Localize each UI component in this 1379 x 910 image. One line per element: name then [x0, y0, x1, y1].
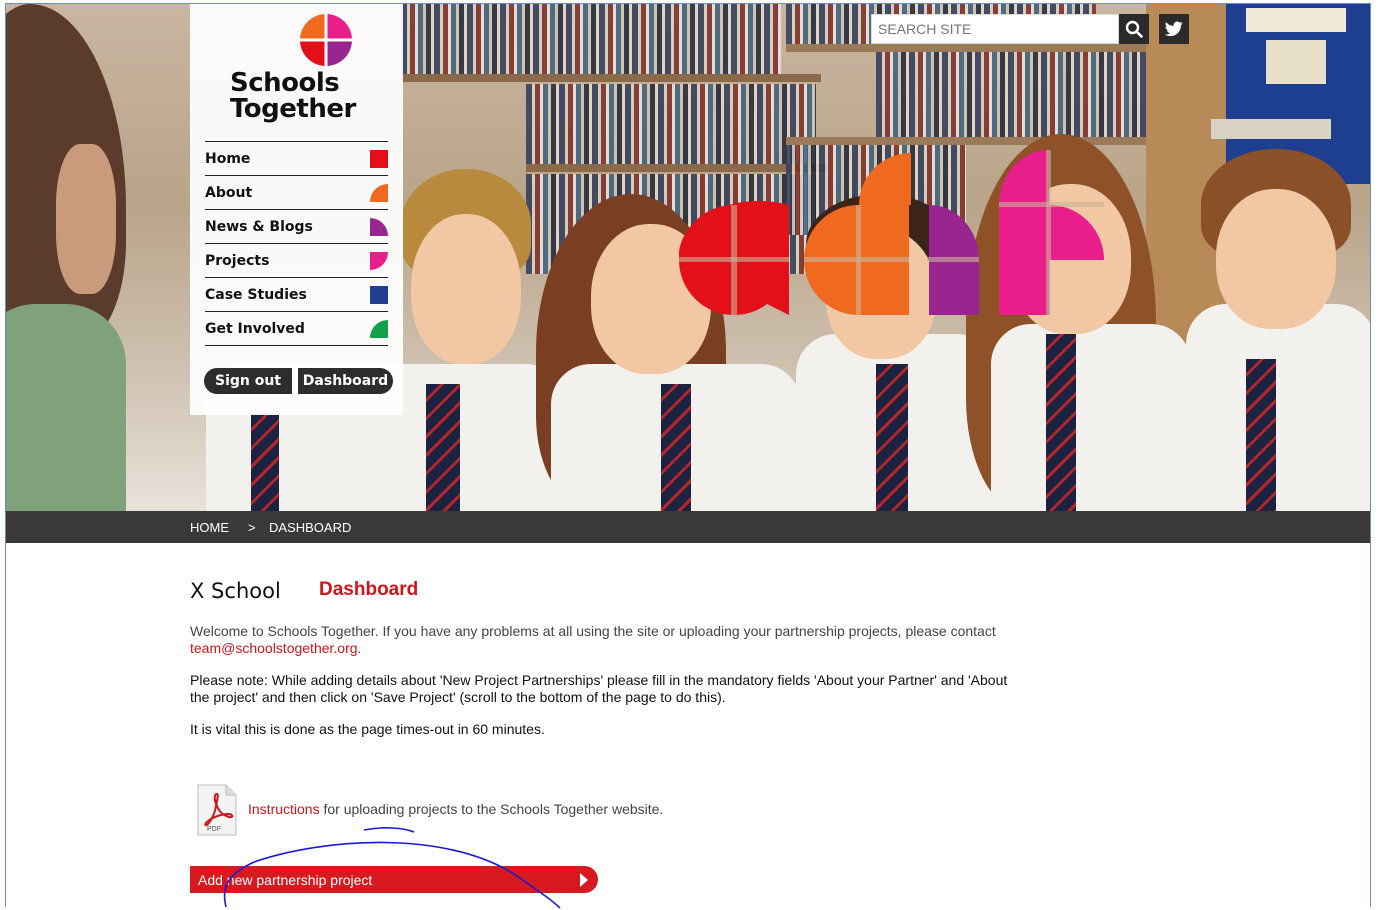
breadcrumb: HOME > DASHBOARD	[6, 511, 1370, 543]
pink-half-circle-icon	[370, 252, 388, 270]
school-name: X School	[190, 579, 281, 603]
logo-line-1: Schools	[230, 68, 340, 98]
breadcrumb-current: DASHBOARD	[269, 520, 352, 535]
nav-panel: Schools Together Home About News & Blogs	[190, 4, 403, 415]
pdf-icon-label: PDF	[207, 826, 221, 833]
nav-item-about[interactable]: About	[205, 176, 388, 210]
schools-together-logo-icon[interactable]	[300, 14, 352, 66]
nav-label: Home	[205, 150, 251, 167]
site-logo-text[interactable]: Schools Together	[230, 70, 390, 122]
search-button[interactable]	[1119, 14, 1149, 44]
breadcrumb-separator: >	[248, 520, 256, 535]
main-nav: Home About News & Blogs Projects Case St…	[205, 141, 388, 346]
instructions-description: for uploading projects to the Schools To…	[319, 801, 664, 817]
twitter-button[interactable]	[1159, 14, 1189, 44]
browser-frame: Schools Together Home About News & Blogs	[5, 3, 1371, 907]
nav-item-home[interactable]: Home	[205, 142, 388, 176]
purple-half-circle-icon	[370, 218, 388, 236]
add-project-label: Add new partnership project	[198, 871, 373, 888]
welcome-message: Welcome to Schools Together. If you have…	[190, 623, 996, 639]
breadcrumb-home-link[interactable]: HOME	[190, 520, 229, 535]
hero-logo-mark	[679, 150, 1104, 315]
add-partnership-project-button[interactable]: Add new partnership project	[190, 866, 598, 893]
dashboard-button[interactable]: Dashboard	[298, 368, 393, 394]
nav-item-case-studies[interactable]: Case Studies	[205, 278, 388, 312]
nav-label: Projects	[205, 252, 270, 269]
nav-item-news-blogs[interactable]: News & Blogs	[205, 210, 388, 244]
nav-label: News & Blogs	[205, 218, 313, 235]
instructions-link[interactable]: Instructions	[248, 801, 320, 817]
page-title: Dashboard	[319, 579, 419, 600]
contact-email-link[interactable]: team@schoolstogether.org	[190, 640, 358, 656]
welcome-end: .	[357, 640, 362, 656]
hero-image: Schools Together Home About News & Blogs	[6, 4, 1370, 511]
arrow-right-icon	[580, 873, 588, 887]
instructions-text: Instructions for uploading projects to t…	[248, 801, 663, 817]
logo-line-2: Together	[230, 94, 356, 124]
search-input[interactable]	[872, 15, 1118, 43]
nav-label: About	[205, 184, 253, 201]
note-text: Please note: While adding details about …	[190, 672, 1008, 705]
nav-label: Get Involved	[205, 320, 305, 337]
welcome-text: Welcome to Schools Together. If you have…	[190, 623, 1020, 657]
nav-item-projects[interactable]: Projects	[205, 244, 388, 278]
account-buttons: Sign out Dashboard	[204, 368, 393, 394]
search-icon	[1125, 20, 1143, 38]
nav-item-get-involved[interactable]: Get Involved	[205, 312, 388, 346]
sign-out-button[interactable]: Sign out	[204, 368, 292, 394]
twitter-icon	[1165, 21, 1183, 37]
blue-square-icon	[370, 286, 388, 304]
pdf-icon[interactable]: PDF	[196, 784, 238, 836]
search-box	[871, 14, 1119, 44]
green-quarter-circle-icon	[370, 320, 388, 338]
orange-quarter-circle-icon	[370, 184, 388, 202]
timeout-text: It is vital this is done as the page tim…	[190, 721, 545, 737]
red-square-icon	[370, 150, 388, 168]
nav-label: Case Studies	[205, 286, 307, 303]
